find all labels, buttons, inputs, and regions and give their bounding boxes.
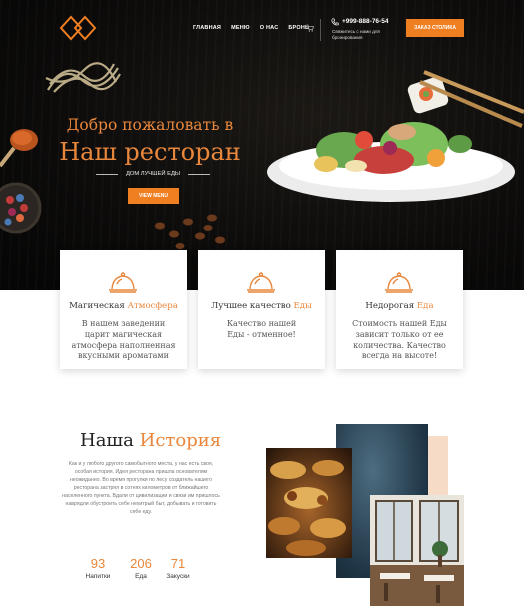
stat-number: 93 bbox=[90, 556, 106, 571]
hero-section: ГЛАВНАЯ МЕНЮ О НАС БРОНЬ +999-888-76-54 … bbox=[0, 0, 524, 290]
feature-description: Качество нашей Еды - отменное! bbox=[226, 319, 297, 339]
stat-number: 71 bbox=[170, 556, 186, 571]
feature-description: Стоимость нашей Еды зависит только от ее… bbox=[352, 319, 447, 361]
coffee-beans-decoration bbox=[155, 214, 225, 249]
fruit-bowl-decoration bbox=[0, 182, 42, 234]
history-text: Как и у любого другого самобытного места… bbox=[62, 461, 220, 515]
phone-icon bbox=[331, 18, 339, 26]
stat-label: Еда bbox=[135, 573, 147, 580]
stat-drinks: 93 Напитки bbox=[78, 556, 118, 580]
feature-description: В нашем заведении царит магическая атмос… bbox=[71, 319, 176, 361]
feature-title: Недорогая Еда bbox=[365, 301, 434, 311]
cloche-icon bbox=[247, 272, 275, 293]
feature-card-atmosphere: Магическая Атмосфера В нашем заведении ц… bbox=[60, 250, 187, 369]
cloche-icon bbox=[385, 272, 413, 293]
feature-card-price: Недорогая Еда Стоимость нашей Еды зависи… bbox=[336, 250, 463, 369]
feature-card-quality: Лучшее качество Еды Качество нашей Еды -… bbox=[198, 250, 325, 369]
cart-icon[interactable] bbox=[306, 24, 314, 32]
salad-plate-decoration bbox=[267, 122, 515, 202]
feature-title: Лучшее качество Еды bbox=[211, 301, 312, 311]
feature-title: Магическая Атмосфера bbox=[69, 301, 178, 311]
hero-title: Наш ресторан bbox=[59, 138, 241, 166]
spice-spoon-decoration bbox=[0, 129, 38, 168]
pasta-decoration bbox=[45, 62, 121, 93]
stat-food: 206 Еда bbox=[121, 556, 161, 580]
view-menu-button[interactable]: VIEW MENU bbox=[128, 188, 179, 204]
nav-item-menu[interactable]: МЕНЮ bbox=[231, 25, 250, 31]
stat-number: 206 bbox=[130, 556, 152, 571]
phone-caption: Свяжитесь с нами для бронирования bbox=[332, 29, 380, 40]
stat-snacks: 71 Закуски bbox=[158, 556, 198, 580]
order-table-button[interactable]: ЗАКАЗ СТОЛИКА bbox=[406, 19, 464, 37]
nav-item-about[interactable]: О НАС bbox=[260, 25, 279, 31]
cloche-icon bbox=[109, 272, 137, 293]
phone-number[interactable]: +999-888-76-54 bbox=[342, 18, 388, 25]
hero-welcome: Добро пожаловать в bbox=[66, 116, 234, 134]
hero-tagline: ДОМ ЛУЧШЕЙ ЕДЫ bbox=[96, 171, 210, 177]
stat-label: Закуски bbox=[166, 573, 190, 580]
header-divider bbox=[320, 19, 321, 41]
collage-food-photo bbox=[266, 448, 352, 558]
diamond-logo-icon[interactable] bbox=[58, 14, 98, 42]
collage-interior-photo bbox=[370, 495, 464, 606]
history-title: Наша История bbox=[80, 430, 222, 451]
nav-item-home[interactable]: ГЛАВНАЯ bbox=[193, 25, 221, 31]
main-nav: ГЛАВНАЯ МЕНЮ О НАС БРОНЬ bbox=[193, 25, 309, 31]
stat-label: Напитки bbox=[85, 573, 111, 580]
